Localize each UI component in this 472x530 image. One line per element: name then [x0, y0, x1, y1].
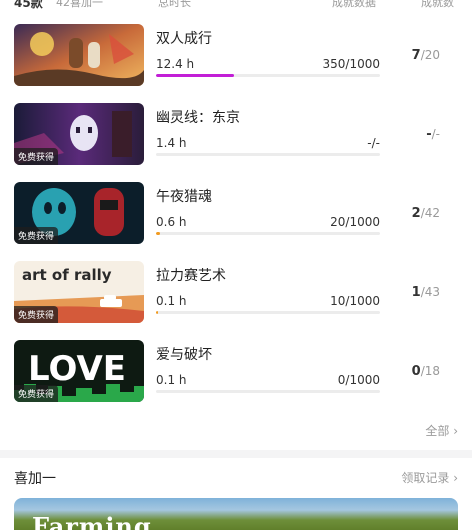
achievement-progress-bar [156, 390, 380, 393]
game-achievement-text: -/- [367, 136, 380, 150]
games-card: 45款 42喜加一 总时长 成就数据 成就数 双人成行 12.4 h 350/1… [0, 0, 472, 450]
game-hours: 0.1 h [156, 294, 187, 308]
banner-title: Farming [32, 512, 152, 530]
game-title: 幽灵线：东京 [156, 110, 240, 126]
achievement-count: 1/43 [412, 285, 440, 300]
achievement-total: /42 [420, 206, 440, 220]
game-row-ghostwire-tokyo[interactable]: 免费获得 幽灵线：东京 1.4 h -/- -/- [0, 103, 472, 167]
game-title: 拉力赛艺术 [156, 268, 226, 284]
game-achievement-text: 10/1000 [330, 294, 380, 308]
promo-banner[interactable]: Farming [14, 498, 458, 530]
free-badge: 免费获得 [14, 227, 59, 244]
achievement-count: -/- [426, 127, 440, 142]
achievement-count: 7/20 [412, 48, 440, 63]
achievement-earned: 1 [411, 285, 421, 300]
achievement-count: 2/42 [412, 206, 440, 221]
col-achievement: 成就数据 [332, 0, 376, 9]
game-thumbnail[interactable] [14, 24, 144, 86]
claim-history-link[interactable]: 领取记录 › [401, 469, 458, 486]
col-playtime: 总时长 [158, 0, 191, 9]
free-games-section: 喜加一 领取记录 › Farming [0, 458, 472, 530]
achievement-earned: 7 [411, 48, 421, 63]
games-count: 45款 [14, 0, 43, 10]
achievement-earned: 0 [411, 364, 421, 379]
achievement-total: /18 [420, 364, 440, 378]
free-badge: 免费获得 [14, 148, 59, 165]
achievement-progress-bar [156, 232, 380, 235]
see-all-link[interactable]: 全部 › [425, 422, 458, 439]
game-thumbnail[interactable]: art of rally 免费获得 [14, 261, 144, 323]
list-header: 45款 42喜加一 总时长 成就数据 成就数 [14, 0, 458, 10]
free-count: 42喜加一 [56, 0, 103, 9]
free-badge: 免费获得 [14, 306, 59, 323]
game-library-page: 45款 42喜加一 总时长 成就数据 成就数 双人成行 12.4 h 350/1… [0, 0, 472, 530]
game-row-midnight-ghost-hunt[interactable]: 免费获得 午夜猎魂 0.6 h 20/1000 2/42 [0, 182, 472, 246]
achievement-progress-bar [156, 153, 380, 156]
achievement-total: /43 [420, 285, 440, 299]
game-title: 双人成行 [156, 31, 212, 47]
game-hours: 0.6 h [156, 215, 187, 229]
achievement-total: /20 [420, 48, 440, 62]
game-title: 午夜猎魂 [156, 189, 212, 205]
game-achievement-text: 350/1000 [322, 57, 381, 71]
game-thumbnail[interactable]: LOVE 免费获得 [14, 340, 144, 402]
game-row-art-of-rally[interactable]: art of rally 免费获得 拉力赛艺术 0.1 h 10/1000 1/… [0, 261, 472, 325]
game-title: 爱与破坏 [156, 347, 212, 363]
achievement-progress-fill [156, 232, 161, 235]
col-achievement-count: 成就数 [421, 0, 454, 9]
love-logo-text: LOVE [28, 349, 126, 389]
it-takes-two-cover-icon [14, 24, 144, 86]
achievement-earned: 2 [411, 206, 421, 221]
art-of-rally-logo-text: art of rally [22, 266, 112, 284]
achievement-progress-bar [156, 311, 380, 314]
game-hours: 1.4 h [156, 136, 187, 150]
game-row-love-destruction[interactable]: LOVE 免费获得 爱与破坏 0.1 h 0/1000 0/18 [0, 340, 472, 404]
section-title: 喜加一 [14, 471, 56, 487]
game-row-it-takes-two[interactable]: 双人成行 12.4 h 350/1000 7/20 [0, 24, 472, 88]
achievement-count: 0/18 [412, 364, 440, 379]
game-thumbnail[interactable]: 免费获得 [14, 182, 144, 244]
achievement-progress-bar [156, 74, 380, 77]
achievement-progress-fill [156, 74, 235, 77]
game-hours: 12.4 h [156, 57, 195, 71]
game-hours: 0.1 h [156, 373, 187, 387]
free-badge: 免费获得 [14, 385, 59, 402]
achievement-progress-fill [156, 311, 159, 314]
game-achievement-text: 20/1000 [330, 215, 380, 229]
achievement-total: /- [431, 127, 440, 141]
game-achievement-text: 0/1000 [337, 373, 380, 387]
game-thumbnail[interactable]: 免费获得 [14, 103, 144, 165]
